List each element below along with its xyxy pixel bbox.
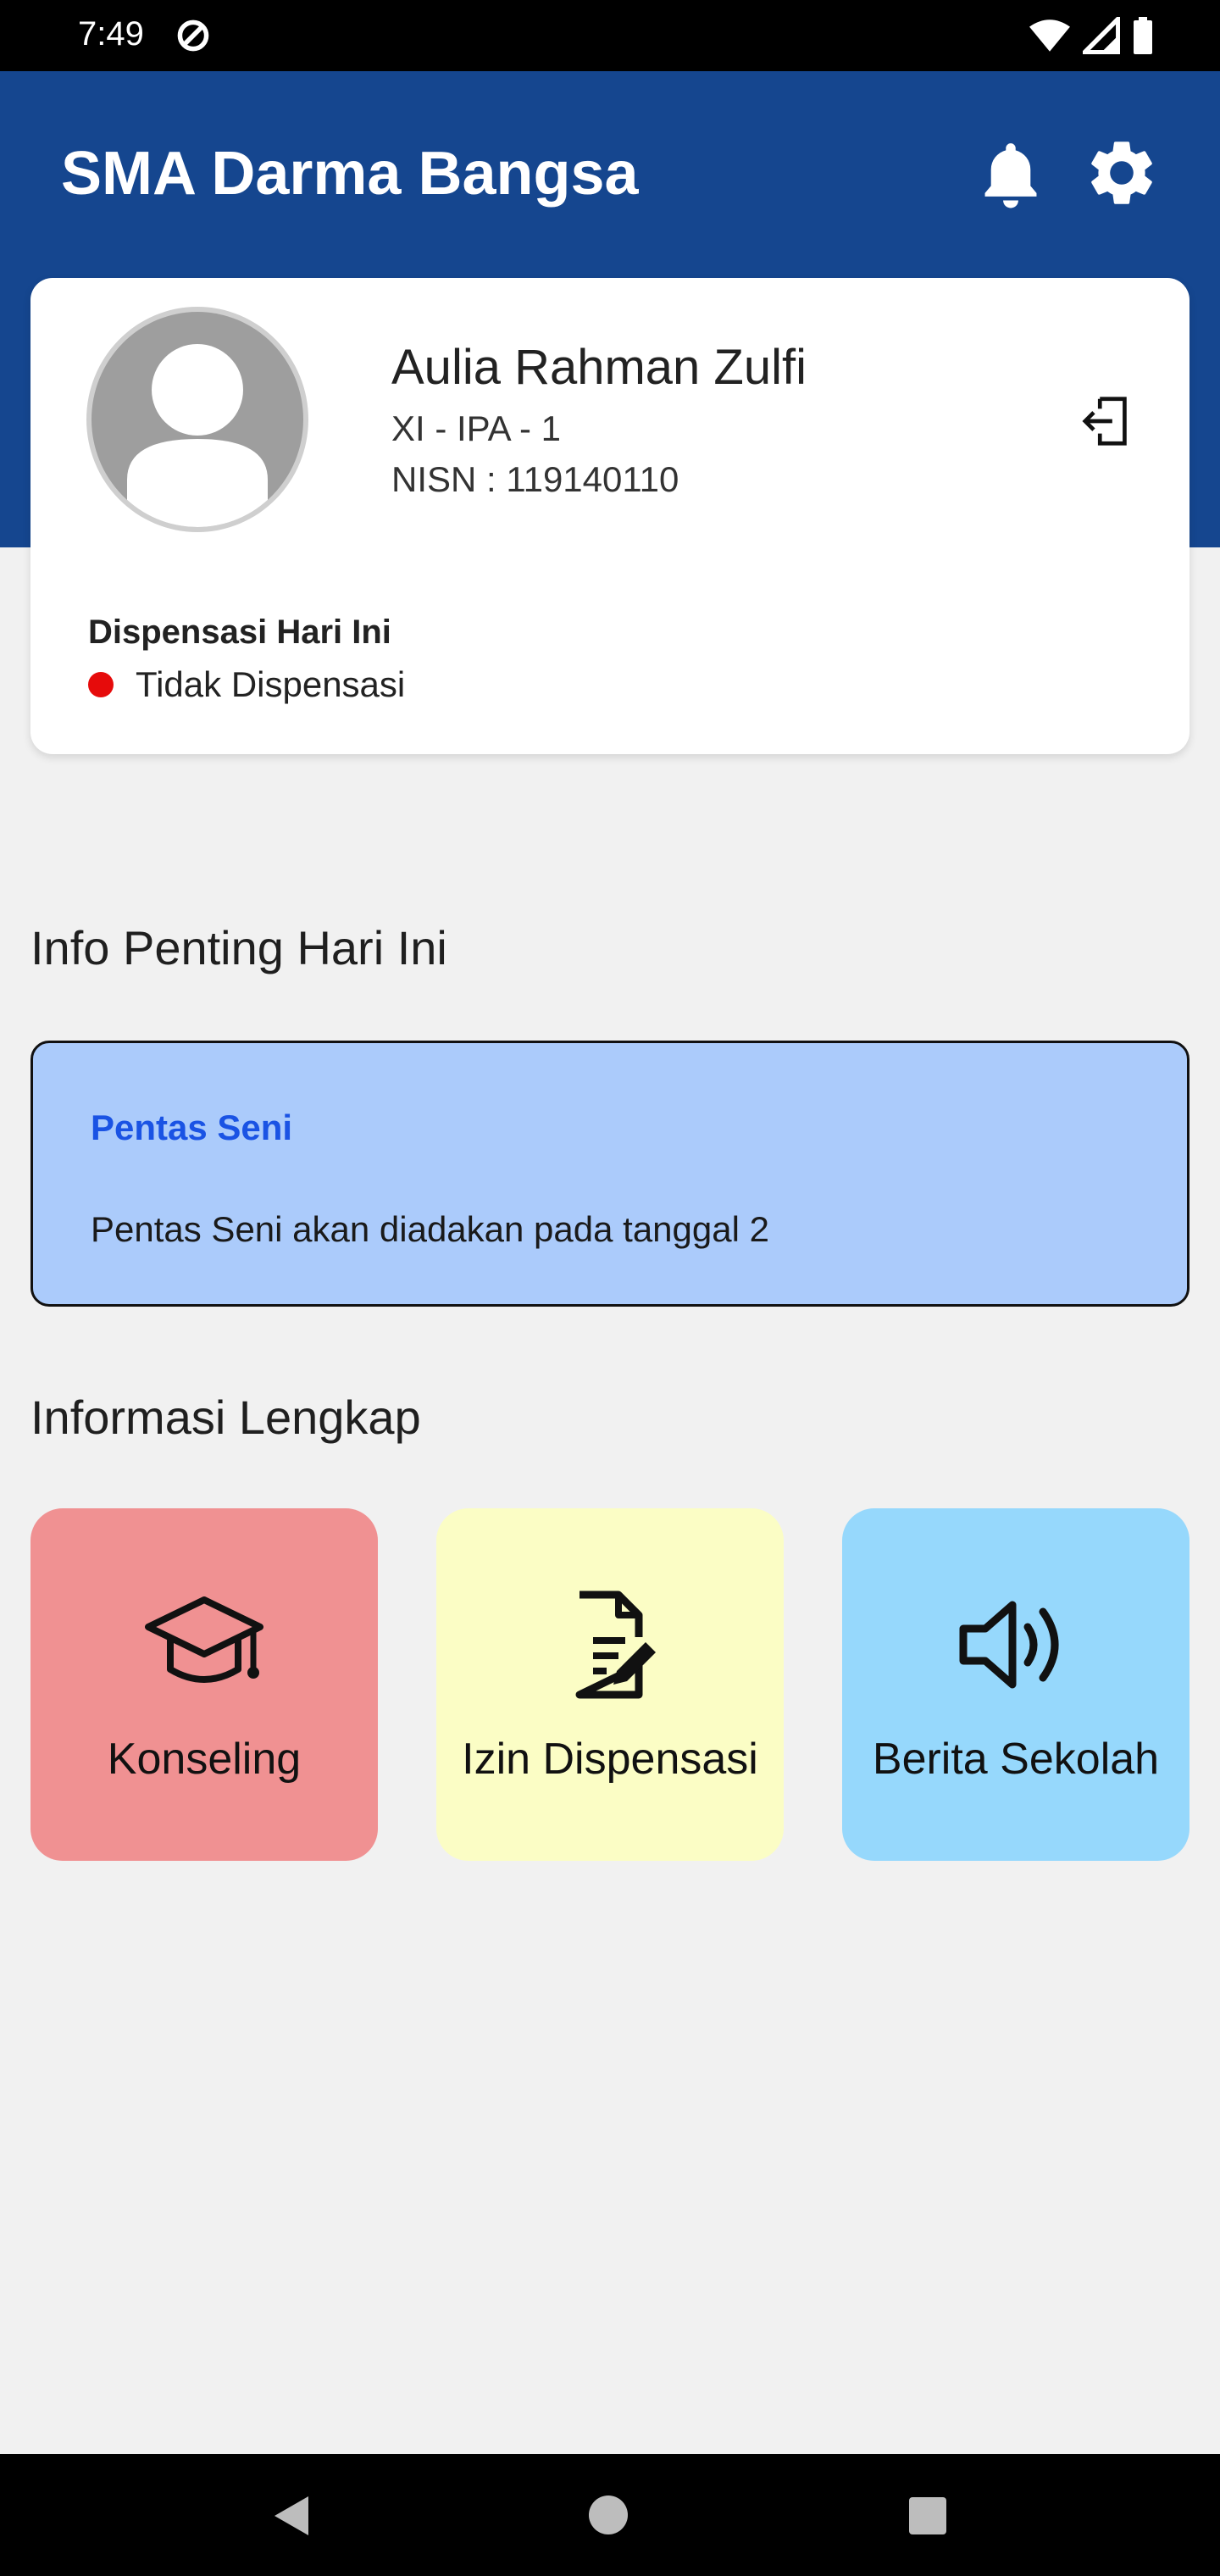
info-card-text: Pentas Seni akan diadakan pada tanggal 2 [91, 1209, 769, 1249]
menu-label-konseling: Konseling [107, 1735, 302, 1784]
speaker-icon [959, 1601, 1059, 1689]
menu-tile-izin-dispensasi[interactable]: Izin Dispensasi [436, 1508, 784, 1861]
settings-gear-icon[interactable] [1083, 134, 1161, 212]
home-icon[interactable] [588, 2495, 629, 2535]
info-card[interactable]: Pentas Seni Pentas Seni akan diadakan pa… [30, 1041, 1190, 1307]
recents-icon[interactable] [908, 2496, 947, 2535]
avatar [86, 307, 308, 532]
menu-tile-konseling[interactable]: Konseling [30, 1508, 378, 1861]
status-bar: 7:49 [0, 0, 1220, 71]
menu-label-izin-dispensasi: Izin Dispensasi [462, 1735, 758, 1784]
graduation-cap-icon [145, 1596, 263, 1683]
dispensation-label: Dispensasi Hari Ini [88, 613, 391, 651]
logout-icon[interactable] [1078, 391, 1137, 451]
menu-tile-berita-sekolah[interactable]: Berita Sekolah [842, 1508, 1190, 1861]
wifi-icon [1029, 19, 1070, 52]
system-nav-bar [0, 2454, 1220, 2576]
student-class: XI - IPA - 1 [391, 408, 561, 448]
student-name: Aulia Rahman Zulfi [391, 340, 807, 395]
student-nisn: NISN : 119140110 [391, 459, 679, 499]
dispensation-status: Tidak Dispensasi [88, 664, 405, 705]
status-icons [1029, 17, 1154, 54]
info-card-title: Pentas Seni [91, 1108, 293, 1147]
sync-status-icon [177, 19, 209, 52]
profile-card: Aulia Rahman Zulfi XI - IPA - 1 NISN : 1… [30, 278, 1190, 754]
battery-icon [1134, 17, 1152, 54]
document-edit-icon [575, 1591, 656, 1699]
dispensation-status-text: Tidak Dispensasi [136, 664, 406, 704]
status-time: 7:49 [78, 15, 144, 53]
menu-label-berita-sekolah: Berita Sekolah [872, 1735, 1160, 1784]
section-title-info: Info Penting Hari Ini [30, 921, 447, 974]
app-title: SMA Darma Bangsa [61, 140, 639, 208]
signal-icon [1083, 17, 1120, 54]
status-dot [88, 672, 114, 697]
section-title-full-info: Informasi Lengkap [30, 1391, 421, 1444]
user-placeholder-icon [127, 344, 268, 527]
back-icon[interactable] [269, 2493, 312, 2539]
notification-bell-icon[interactable] [974, 136, 1047, 212]
